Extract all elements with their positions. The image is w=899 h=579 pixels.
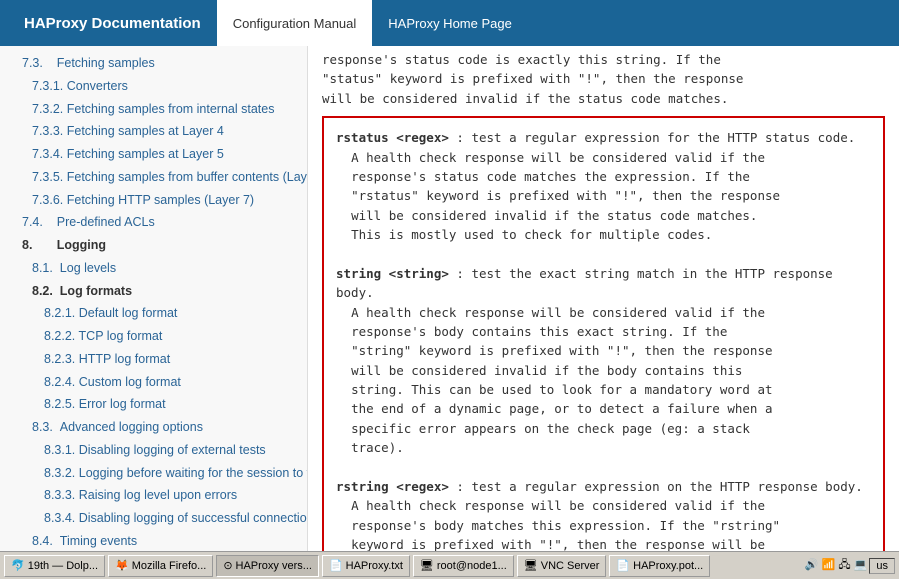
- sidebar-item-7-3[interactable]: 7.3. Fetching samples: [0, 52, 307, 75]
- taskbar-haproxy-txt[interactable]: 📄 HAProxy.txt: [322, 555, 410, 577]
- sidebar-item-8[interactable]: 8. Logging: [0, 234, 307, 257]
- intro-text: response's status code is exactly this s…: [308, 46, 899, 108]
- sidebar-item-7-3-2[interactable]: 7.3.2. Fetching samples from internal st…: [0, 98, 307, 121]
- main-layout: 7.3. Fetching samples 7.3.1. Converters …: [0, 46, 899, 551]
- sidebar-item-7-3-6[interactable]: 7.3.6. Fetching HTTP samples (Layer 7): [0, 189, 307, 212]
- taskbar-root[interactable]: 🖥 root@node1...: [413, 555, 514, 577]
- sidebar-item-8-2-5[interactable]: 8.2.5. Error log format: [0, 393, 307, 416]
- content-area[interactable]: response's status code is exactly this s…: [308, 46, 899, 551]
- taskbar-haproxy-vers[interactable]: ⊙ HAProxy vers...: [216, 555, 319, 577]
- sidebar-item-7-3-3[interactable]: 7.3.3. Fetching samples at Layer 4: [0, 120, 307, 143]
- sidebar-item-7-4[interactable]: 7.4. Pre-defined ACLs: [0, 211, 307, 234]
- header: HAProxy Documentation Configuration Manu…: [0, 0, 899, 46]
- logo: HAProxy Documentation: [10, 7, 215, 40]
- sidebar-item-8-3-1[interactable]: 8.3.1. Disabling logging of external tes…: [0, 439, 307, 462]
- taskbar-firefox[interactable]: 🦊 Mozilla Firefo...: [108, 555, 213, 577]
- highlight-box: rstatus <regex> : test a regular express…: [322, 116, 885, 551]
- nav-haproxy-home[interactable]: HAProxy Home Page: [372, 0, 528, 46]
- top-nav: Configuration Manual HAProxy Home Page: [217, 0, 528, 46]
- sidebar-item-8-2-3[interactable]: 8.2.3. HTTP log format: [0, 348, 307, 371]
- taskbar-19th[interactable]: 🐬 19th — Dolp...: [4, 555, 105, 577]
- content-block: rstatus <regex> : test a regular express…: [336, 128, 871, 551]
- taskbar-clock: us: [869, 558, 895, 574]
- sidebar-item-8-3-4[interactable]: 8.3.4. Disabling logging of successful c…: [0, 507, 307, 530]
- sidebar-item-7-3-5[interactable]: 7.3.5. Fetching samples from buffer cont…: [0, 166, 307, 189]
- nav-config-manual[interactable]: Configuration Manual: [217, 0, 373, 46]
- sidebar: 7.3. Fetching samples 7.3.1. Converters …: [0, 46, 308, 551]
- sidebar-item-8-4[interactable]: 8.4. Timing events: [0, 530, 307, 551]
- taskbar-right: 🔊 📶 🖧 💻 us: [805, 556, 895, 575]
- sidebar-item-8-2-4[interactable]: 8.2.4. Custom log format: [0, 371, 307, 394]
- sidebar-item-8-3-2[interactable]: 8.3.2. Logging before waiting for the se…: [0, 462, 307, 485]
- sidebar-item-8-3[interactable]: 8.3. Advanced logging options: [0, 416, 307, 439]
- sidebar-item-7-3-1[interactable]: 7.3.1. Converters: [0, 75, 307, 98]
- taskbar: 🐬 19th — Dolp... 🦊 Mozilla Firefo... ⊙ H…: [0, 551, 899, 579]
- taskbar-haproxy-pot[interactable]: 📄 HAProxy.pot...: [609, 555, 710, 577]
- sidebar-item-8-2-1[interactable]: 8.2.1. Default log format: [0, 302, 307, 325]
- sidebar-item-7-3-4[interactable]: 7.3.4. Fetching samples at Layer 5: [0, 143, 307, 166]
- sidebar-item-8-1[interactable]: 8.1. Log levels: [0, 257, 307, 280]
- sidebar-item-8-2-2[interactable]: 8.2.2. TCP log format: [0, 325, 307, 348]
- sidebar-item-8-2[interactable]: 8.2. Log formats: [0, 280, 307, 303]
- taskbar-vnc[interactable]: 🖥 VNC Server: [517, 555, 607, 577]
- sidebar-item-8-3-3[interactable]: 8.3.3. Raising log level upon errors: [0, 484, 307, 507]
